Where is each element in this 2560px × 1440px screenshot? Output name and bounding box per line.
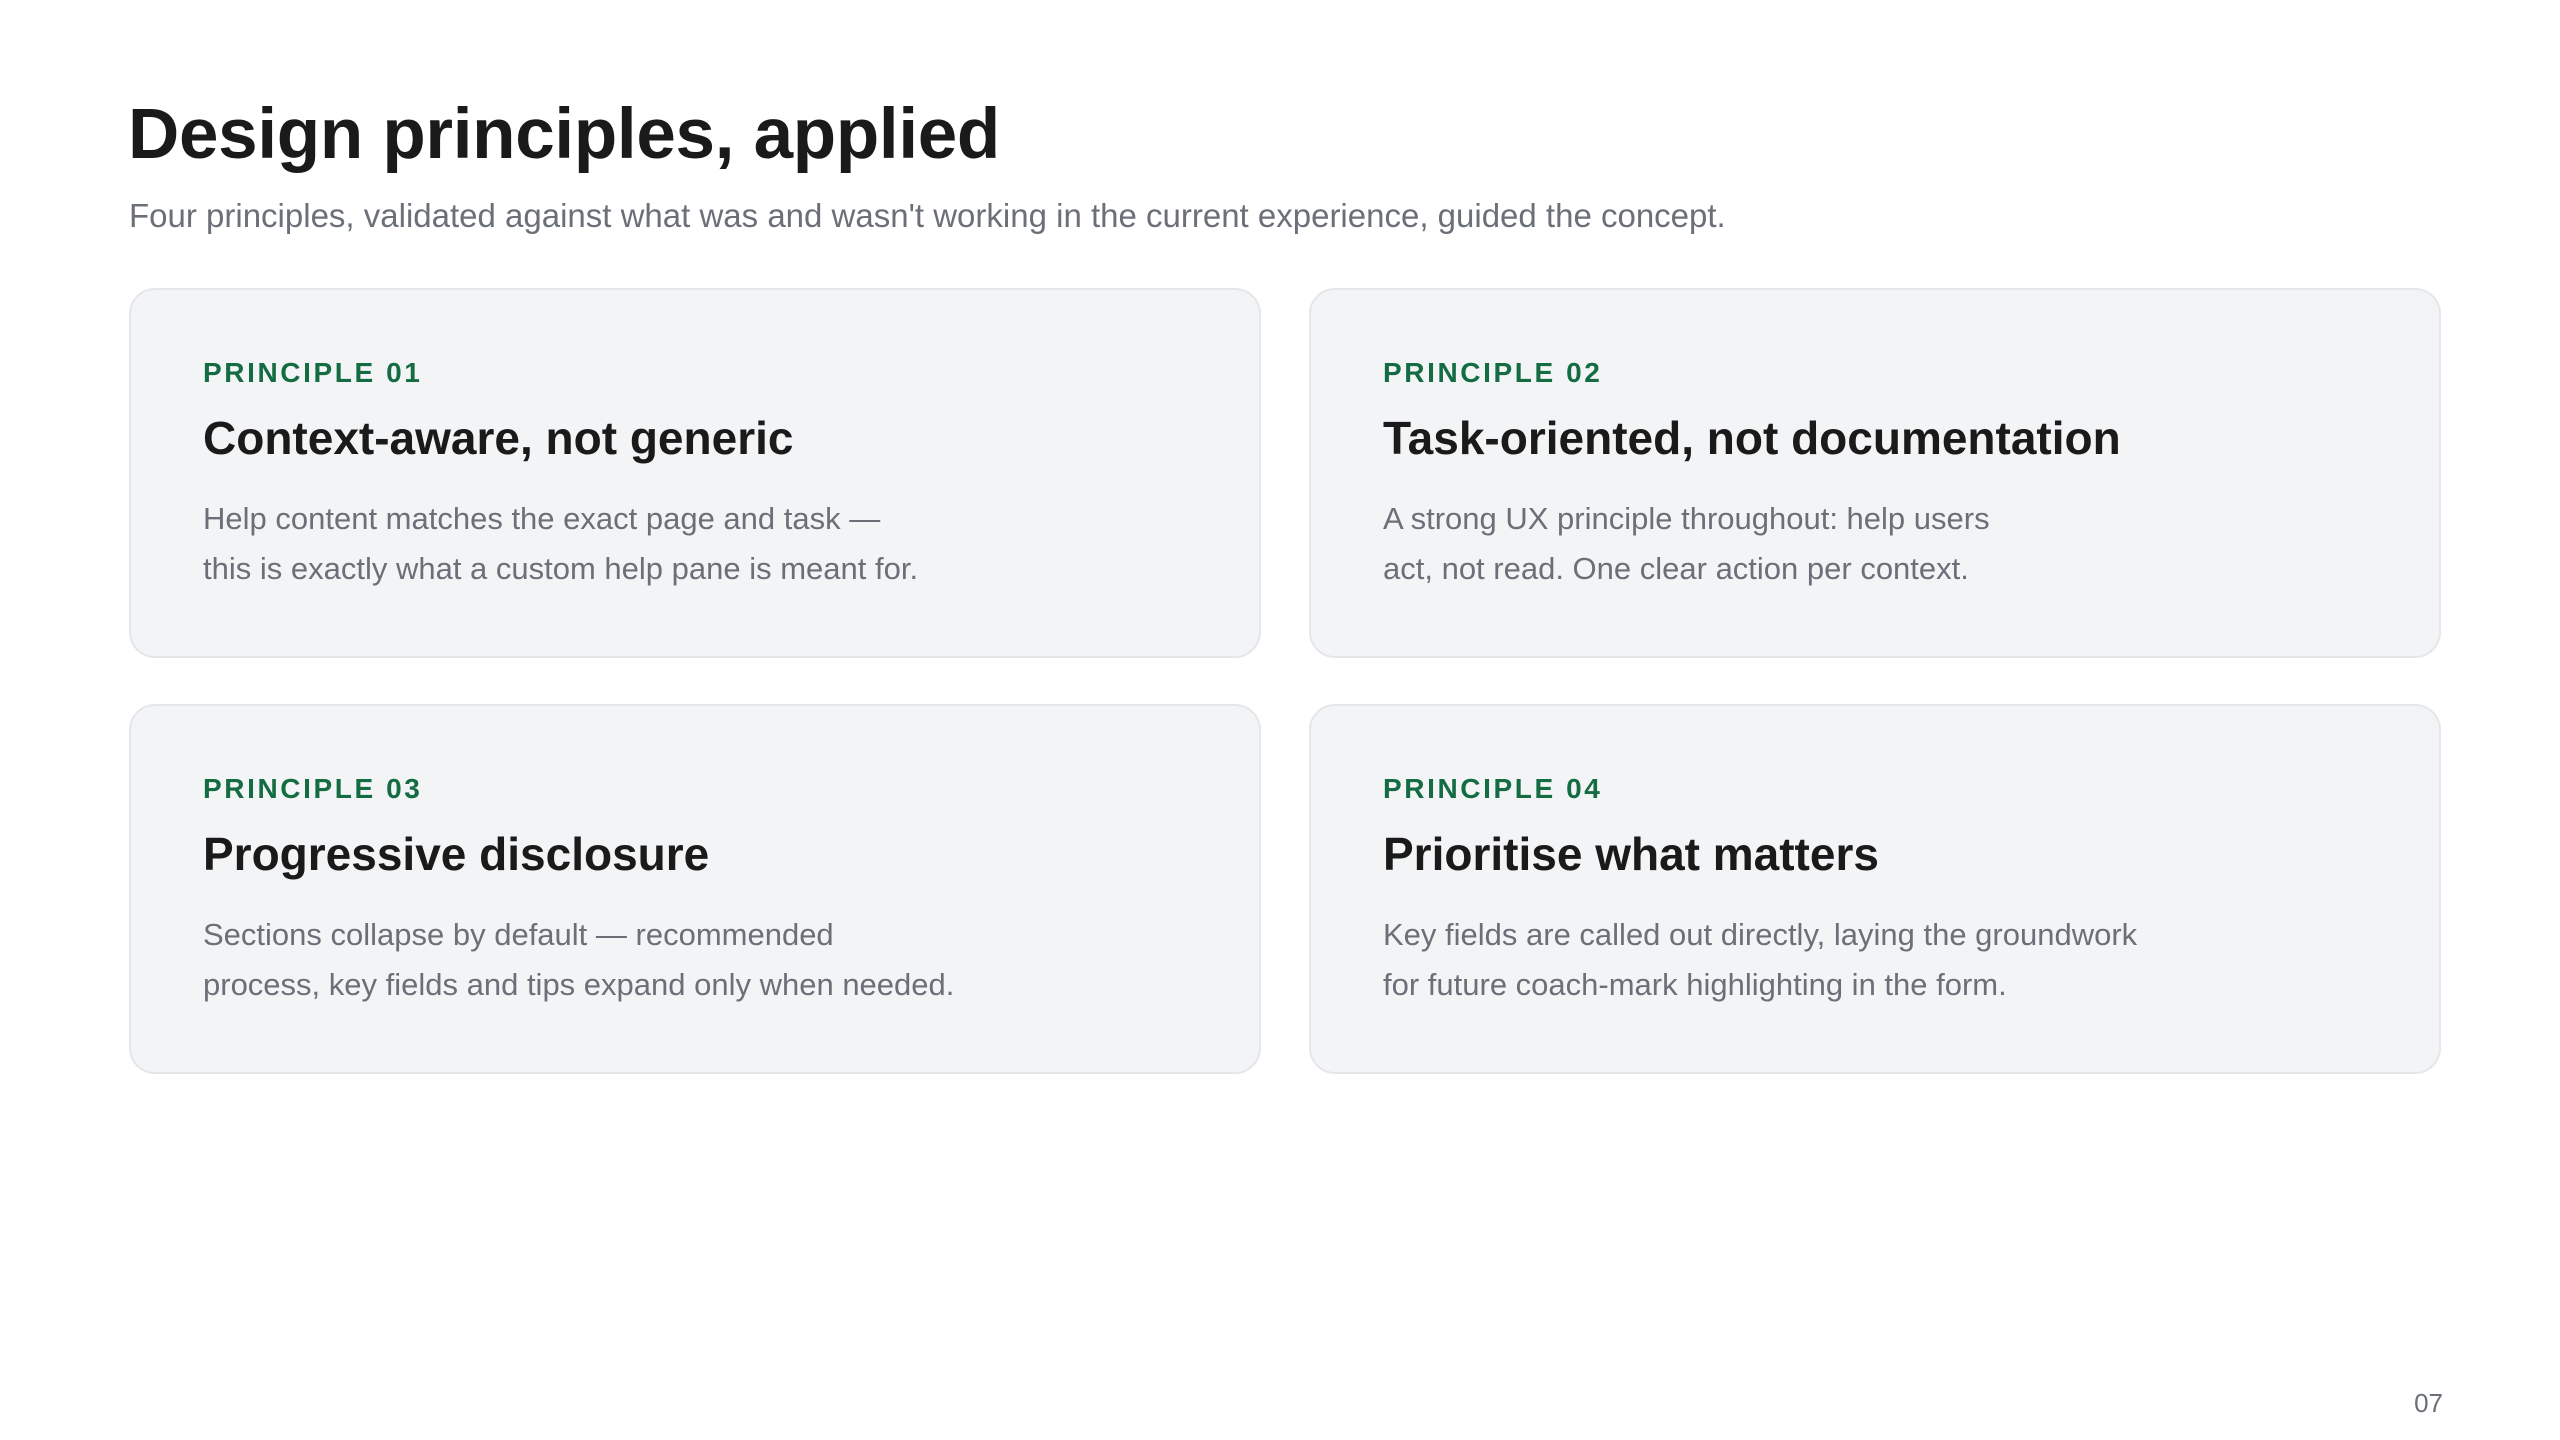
principle-description: Sections collapse by default — recommend…	[203, 910, 983, 1010]
principle-label: PRINCIPLE 01	[203, 357, 423, 388]
principle-card-04: PRINCIPLE 04 Prioritise what matters Key…	[1309, 704, 2441, 1074]
principle-description: Help content matches the exact page and …	[203, 494, 983, 594]
principle-label: PRINCIPLE 04	[1383, 773, 1603, 804]
principle-description: A strong UX principle throughout: help u…	[1383, 494, 2163, 594]
principle-description-line: this is exactly what a custom help pane …	[203, 551, 919, 586]
principle-label: PRINCIPLE 02	[1383, 357, 1603, 388]
slide-subtitle: Four principles, validated against what …	[129, 197, 1726, 234]
principle-description-line: for future coach-mark highlighting in th…	[1383, 967, 2007, 1002]
principle-card-02: PRINCIPLE 02 Task-oriented, not document…	[1309, 288, 2441, 658]
principle-description-line: Sections collapse by default — recommend…	[203, 917, 834, 952]
principle-heading: Task-oriented, not documentation	[1383, 412, 2121, 464]
principle-description-line: Help content matches the exact page and …	[203, 501, 881, 536]
principle-card-01: PRINCIPLE 01 Context-aware, not generic …	[129, 288, 1261, 658]
principle-label: PRINCIPLE 03	[203, 773, 423, 804]
principle-description-line: act, not read. One clear action per cont…	[1383, 551, 1969, 586]
principle-heading: Progressive disclosure	[203, 828, 710, 880]
principle-heading: Prioritise what matters	[1383, 828, 1879, 880]
principle-description: Key fields are called out directly, layi…	[1383, 910, 2163, 1010]
slide-title: Design principles, applied	[128, 95, 1001, 174]
principle-description-line: Key fields are called out directly, layi…	[1383, 917, 2138, 952]
principle-card-03: PRINCIPLE 03 Progressive disclosure Sect…	[129, 704, 1261, 1074]
slide: Design principles, applied Four principl…	[0, 0, 2560, 1440]
principle-description-line: A strong UX principle throughout: help u…	[1383, 501, 1990, 536]
principle-heading: Context-aware, not generic	[203, 412, 794, 464]
page-number: 07	[2414, 1388, 2443, 1418]
principle-description-line: process, key fields and tips expand only…	[203, 967, 955, 1002]
